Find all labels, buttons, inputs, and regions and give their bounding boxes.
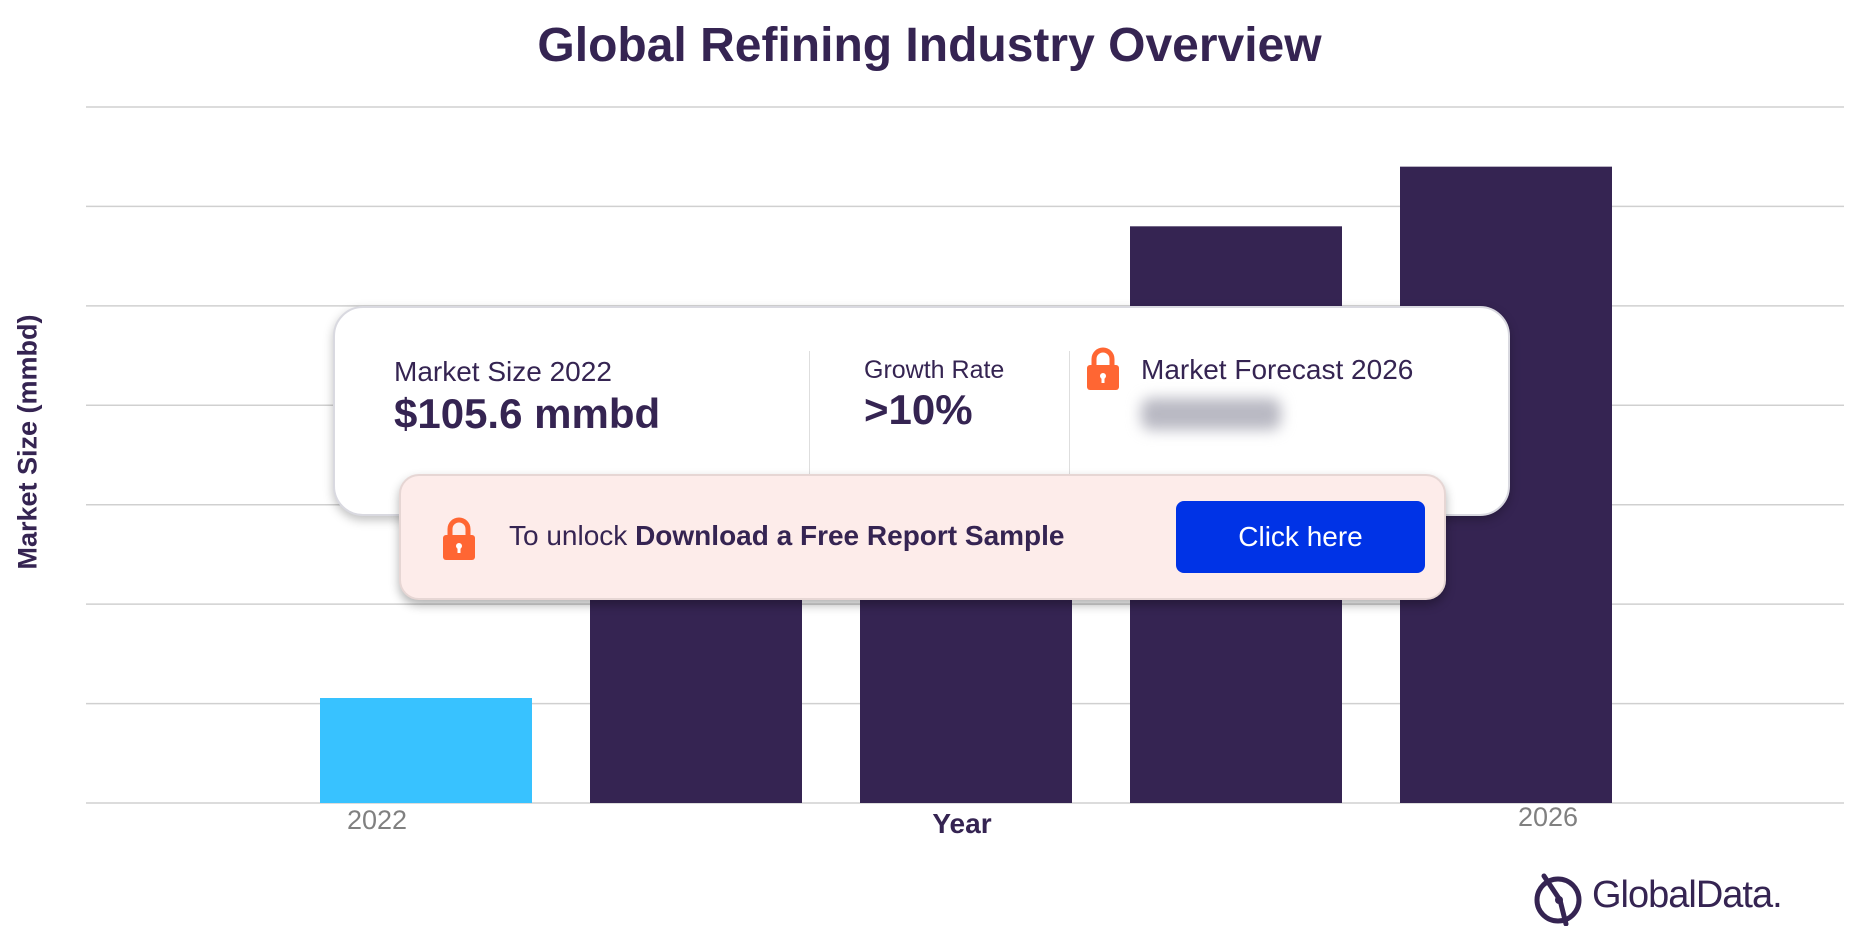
- card-divider: [1069, 351, 1070, 476]
- unlock-text: To unlock Download a Free Report Sample: [509, 520, 1065, 552]
- globaldata-logo-icon: [1534, 873, 1582, 927]
- x-tick-label-2026: 2026: [1517, 802, 1579, 832]
- x-axis-label: Year: [932, 808, 992, 839]
- bar-1: [320, 698, 532, 803]
- card-divider: [809, 351, 810, 476]
- chart-title: Global Refining Industry Overview: [537, 19, 1322, 72]
- x-tick-label-2022: 2022: [346, 805, 408, 835]
- unlock-banner: To unlock Download a Free Report Sample …: [399, 474, 1446, 600]
- unlock-prefix: To unlock: [509, 520, 636, 551]
- globaldata-logo-text: GlobalData.: [1592, 874, 1783, 916]
- click-here-button[interactable]: Click here: [1176, 501, 1425, 573]
- market-size-value: $105.6 mmbd: [394, 390, 661, 437]
- unlock-link-text: Download a Free Report Sample: [635, 520, 1065, 551]
- blurred-forecast-value: [1141, 398, 1281, 430]
- market-forecast-label: Market Forecast 2026: [1141, 354, 1414, 385]
- globaldata-logo: GlobalData.: [1530, 870, 1783, 927]
- lock-icon: [443, 517, 475, 560]
- y-axis-label: Market Size (mmbd): [12, 314, 43, 570]
- growth-rate-value: >10%: [864, 386, 973, 433]
- growth-rate-label: Growth Rate: [864, 356, 1005, 384]
- lock-icon: [1087, 347, 1119, 390]
- market-size-label: Market Size 2022: [394, 356, 612, 387]
